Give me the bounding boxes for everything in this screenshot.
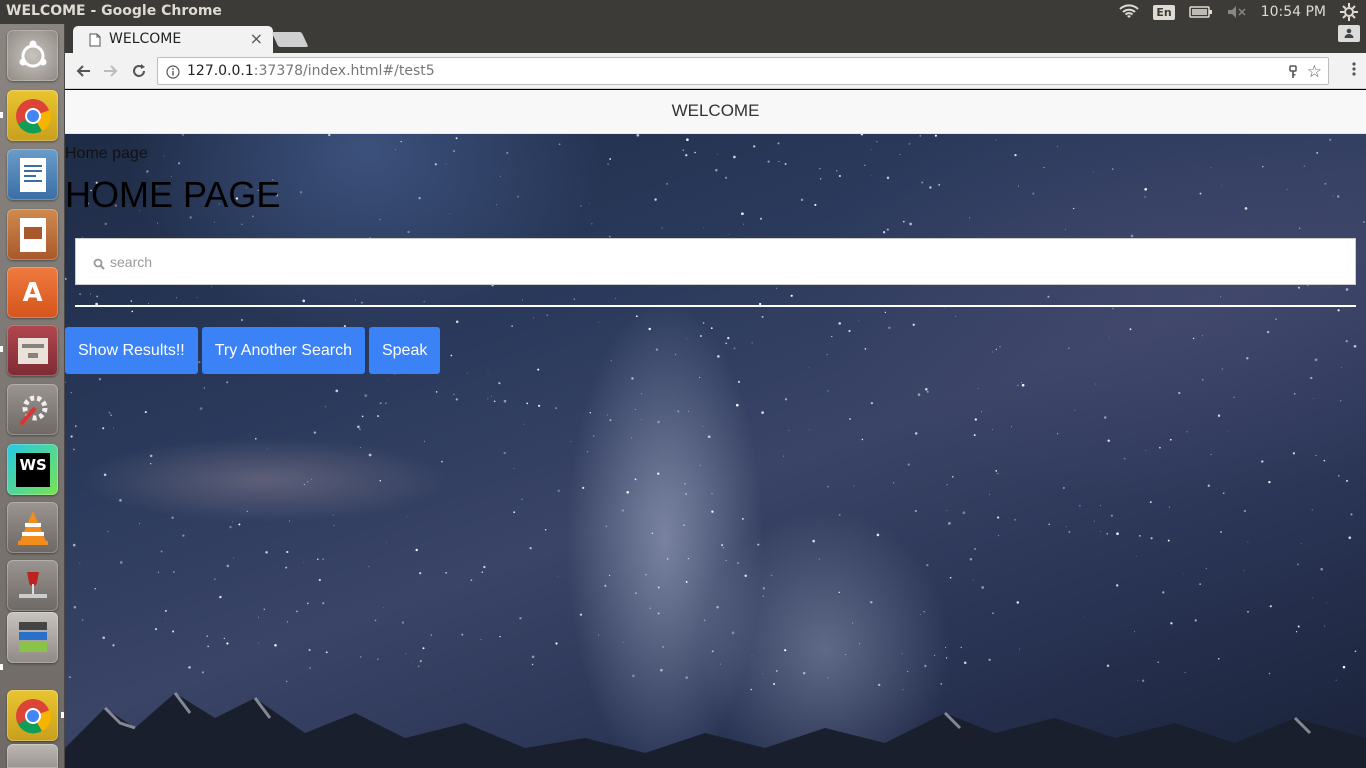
navbar: WELCOME <box>65 90 1366 134</box>
bookmark-star-icon[interactable]: ☆ <box>1307 62 1322 82</box>
trash-icon[interactable] <box>7 744 58 768</box>
files-icon[interactable] <box>7 325 58 376</box>
url-text[interactable]: 127.0.0.1:37378/index.html#/test5 <box>187 63 435 79</box>
ubuntu-dash-icon[interactable] <box>7 30 58 81</box>
back-arrow-icon[interactable] <box>73 61 93 81</box>
tab-strip: WELCOME × <box>65 24 1366 53</box>
tab-title: WELCOME <box>109 31 182 47</box>
chrome-icon[interactable] <box>7 690 58 741</box>
close-tab-icon[interactable]: × <box>250 29 263 48</box>
unity-launcher: A WS <box>0 24 65 768</box>
forward-arrow-icon[interactable] <box>101 61 121 81</box>
vlc-icon[interactable] <box>7 502 58 553</box>
reload-icon[interactable] <box>129 61 149 81</box>
running-indicator <box>0 664 3 670</box>
impress-icon[interactable] <box>7 209 58 260</box>
browser-toolbar: 127.0.0.1:37378/index.html#/test5 ☆ <box>65 53 1366 89</box>
settings-gear-icon[interactable] <box>1340 3 1358 21</box>
address-bar[interactable]: 127.0.0.1:37378/index.html#/test5 ☆ <box>157 57 1329 85</box>
navbar-brand[interactable]: WELCOME <box>65 101 1366 121</box>
system-settings-icon[interactable] <box>7 384 58 435</box>
keyboard-layout-indicator[interactable]: En <box>1153 4 1175 20</box>
running-indicator <box>0 346 3 352</box>
new-tab-button[interactable] <box>271 32 309 47</box>
page-title: HOME PAGE <box>65 174 281 215</box>
url-path: :37378/index.html#/test5 <box>253 63 435 79</box>
show-results-button[interactable]: Show Results!! <box>65 327 198 374</box>
clock[interactable]: 10:54 PM <box>1261 4 1326 20</box>
software-center-icon[interactable]: A <box>7 267 58 318</box>
wifi-icon[interactable] <box>1119 4 1140 20</box>
search-input[interactable] <box>110 249 1330 275</box>
chrome-window: WELCOME × 127.0.0.1:37378/index.html#/te… <box>65 24 1366 768</box>
volume-muted-icon[interactable] <box>1227 5 1247 19</box>
key-icon[interactable] <box>1288 64 1298 83</box>
webstorm-icon[interactable]: WS <box>7 444 58 495</box>
page-viewport: WELCOME Home page HOME PAGE Show Results… <box>65 90 1366 768</box>
breadcrumb: Home page <box>65 145 148 162</box>
action-buttons: Show Results!! Try Another Search Speak <box>65 327 441 374</box>
tab-welcome[interactable]: WELCOME × <box>73 26 273 53</box>
info-icon[interactable] <box>166 64 180 83</box>
running-indicator <box>0 112 3 118</box>
profile-icon[interactable] <box>1338 25 1360 42</box>
mountain-silhouette <box>65 692 1366 768</box>
chrome-icon[interactable] <box>7 90 58 141</box>
writer-icon[interactable] <box>7 149 58 200</box>
url-host: 127.0.0.1 <box>187 63 254 79</box>
search-box <box>75 238 1356 285</box>
try-another-search-button[interactable]: Try Another Search <box>201 327 365 374</box>
kebab-menu-icon[interactable] <box>1352 61 1356 81</box>
speak-button[interactable]: Speak <box>368 327 441 374</box>
top-panel: WELCOME - Google Chrome En 10:54 PM <box>0 0 1366 24</box>
page-icon <box>89 32 101 51</box>
wine-tools-icon[interactable] <box>7 560 58 611</box>
search-icon <box>93 255 105 274</box>
focused-indicator <box>61 712 64 718</box>
battery-icon[interactable] <box>1188 6 1213 18</box>
stacked-apps-icon[interactable] <box>7 612 58 663</box>
window-title: WELCOME - Google Chrome <box>6 3 222 19</box>
divider <box>75 305 1356 307</box>
system-tray: En 10:54 PM <box>1119 0 1366 24</box>
